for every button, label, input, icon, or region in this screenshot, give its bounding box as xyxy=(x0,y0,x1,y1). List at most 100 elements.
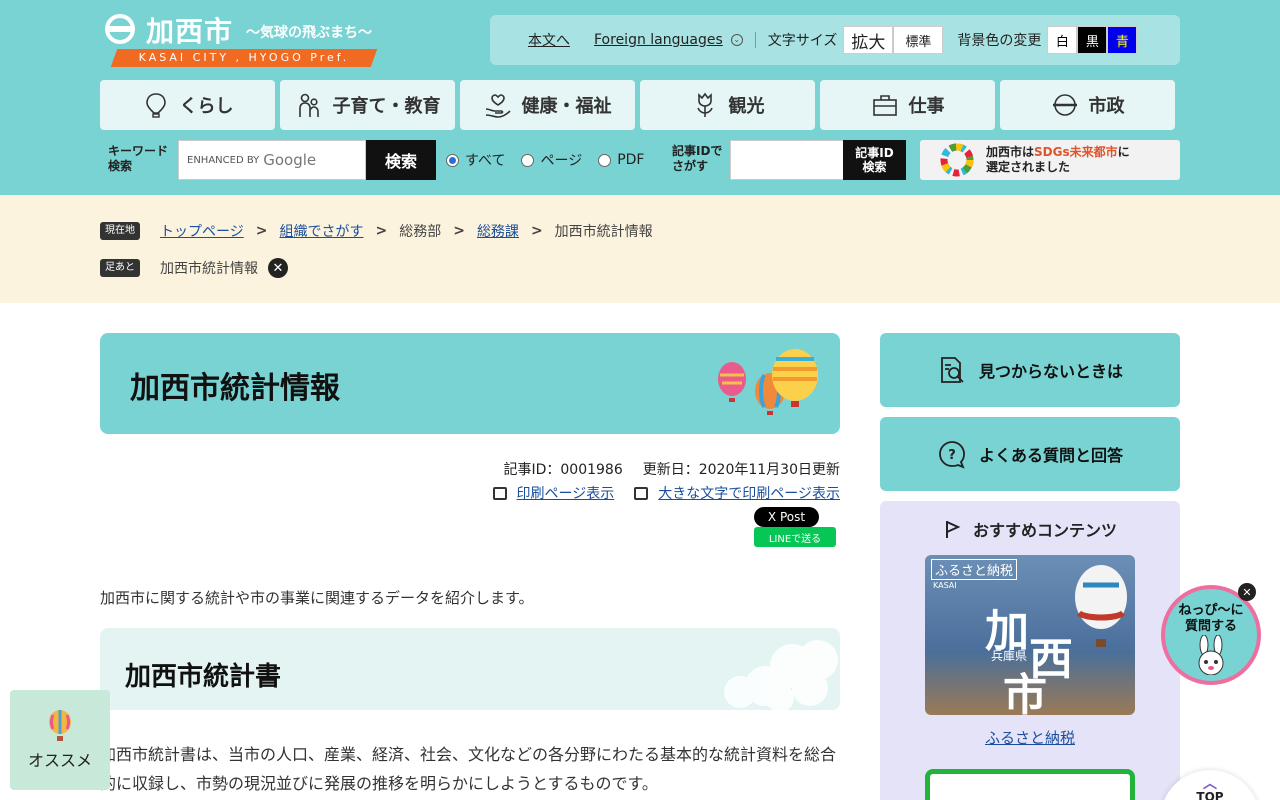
search-document-icon xyxy=(941,357,964,383)
print-large-link[interactable]: 大きな文字で印刷ページ表示 xyxy=(658,483,840,503)
radio-page-label: ページ xyxy=(540,153,583,169)
keyword-label-line1: キーワード xyxy=(108,144,169,158)
chatbot-line1: ねっぴ～に xyxy=(1178,603,1244,618)
nav-kurashi[interactable]: くらし xyxy=(100,80,275,130)
id-label-line2: さがす xyxy=(672,159,709,173)
print-page-link[interactable]: 印刷ページ表示 xyxy=(517,483,615,503)
radio-pdf-indicator[interactable] xyxy=(598,153,612,167)
utility-bar: 本文へ Foreign languages ⌄ 文字サイズ 拡大 標準 背景色の… xyxy=(490,15,1180,65)
skip-to-content-link[interactable]: 本文へ xyxy=(528,30,570,50)
site-logo[interactable]: 加西市 ～気球の飛ぶまち～ KASAI CITY , HYOGO Pref. xyxy=(100,12,380,68)
furusato-banner-image[interactable]: ふるさと納税 KASAI 加 西 兵庫県 市 xyxy=(925,555,1135,715)
faq-label: よくある質問と回答 xyxy=(978,446,1123,465)
sdgs-highlight: SDGs未来都市 xyxy=(1034,145,1118,159)
line-send-button[interactable]: LINEで送る xyxy=(754,527,836,547)
global-nav: くらし 子育て・教育 健康・福祉 観光 仕事 市政 xyxy=(100,80,1175,130)
logo-band-text: KASAI CITY , HYOGO Pref. xyxy=(138,51,350,64)
keyword-label-line2: 検索 xyxy=(108,159,133,173)
foreign-languages-link[interactable]: Foreign languages xyxy=(594,32,723,48)
keyword-search-button[interactable]: 検索 xyxy=(366,140,436,180)
radio-all-indicator[interactable] xyxy=(446,153,459,167)
sdgs-line1-c: に xyxy=(1117,145,1130,159)
history-trail: 足あと 加西市統計情報 ✕ xyxy=(100,258,288,278)
bg-white-button[interactable]: 白 xyxy=(1047,26,1078,54)
logo-subtitle: ～気球の飛ぶまち～ xyxy=(246,25,372,41)
nav-kenko[interactable]: 健康・福祉 xyxy=(460,80,635,130)
updated-date: 更新日：2020年11月30日更新 xyxy=(642,462,840,478)
google-logo-text: Google xyxy=(263,151,317,169)
breadcrumb-separator: > xyxy=(375,223,388,239)
article-id-input[interactable] xyxy=(730,140,844,180)
nav-shisei[interactable]: 市政 xyxy=(1000,80,1175,130)
print-links: 印刷ページ表示 大きな文字で印刷ページ表示 xyxy=(340,481,840,505)
font-size-standard-button[interactable]: 標準 xyxy=(893,26,944,54)
intro-text: 加西市に関する統計や市の事業に関連するデータを紹介します。 xyxy=(100,589,534,607)
font-size-large-button[interactable]: 拡大 xyxy=(843,26,894,54)
osusume-label: オススメ xyxy=(27,751,92,770)
chevron-down-icon: ⌄ xyxy=(730,34,743,46)
article-id-search-button[interactable]: 記事ID 検索 xyxy=(843,140,906,180)
radio-pdf-label: PDF xyxy=(617,152,645,168)
nav-kanko[interactable]: 観光 xyxy=(640,80,815,130)
close-icon[interactable]: ✕ xyxy=(268,258,288,278)
sdgs-line2: 選定されました xyxy=(986,160,1071,174)
nav-label: 観光 xyxy=(728,96,765,117)
svg-text:?: ? xyxy=(948,448,956,463)
not-found-button[interactable]: 見つからないときは xyxy=(880,333,1180,407)
chatbot-line2: 質問する xyxy=(1184,619,1237,634)
id-label-line1: 記事IDで xyxy=(672,144,723,158)
printer-icon xyxy=(492,486,507,500)
radio-all-label: すべて xyxy=(465,153,506,169)
osusume-floating-button[interactable]: オススメ xyxy=(10,690,110,790)
enhanced-by-text: ENHANCED BY xyxy=(187,154,260,166)
question-bubble-icon: ? xyxy=(939,441,965,469)
nav-label: 市政 xyxy=(1088,96,1125,117)
recommended-content-panel: おすすめコンテンツ ふるさと納税 KASAI 加 西 兵庫県 市 ふるさと納税 xyxy=(880,501,1180,800)
nav-shigoto[interactable]: 仕事 xyxy=(820,80,995,130)
bg-blue-button[interactable]: 青 xyxy=(1107,26,1138,54)
search-scope-radios: すべて ページ PDF xyxy=(446,150,644,170)
furusato-link[interactable]: ふるさと納税 xyxy=(880,727,1180,748)
nav-label: 健康・福祉 xyxy=(521,96,612,117)
flag-icon xyxy=(945,521,961,538)
recommended-banner-2[interactable] xyxy=(925,769,1135,800)
faq-button[interactable]: ? よくある質問と回答 xyxy=(880,417,1180,491)
current-location-tag: 現在地 xyxy=(100,222,140,240)
font-size-label: 文字サイズ xyxy=(767,33,838,49)
logo-title: 加西市 xyxy=(146,15,234,48)
family-icon xyxy=(298,93,319,117)
section-title: 加西市統計書 xyxy=(125,662,282,692)
article-meta: 記事ID：0001986 更新日：2020年11月30日更新 印刷ページ表示 大… xyxy=(340,457,840,505)
foreign-languages-toggle[interactable]: Foreign languages ⌄ xyxy=(594,32,743,48)
tulip-icon xyxy=(696,92,713,117)
breadcrumb-top[interactable]: トップページ xyxy=(160,221,244,241)
bg-black-button[interactable]: 黒 xyxy=(1077,26,1108,54)
x-post-button[interactable]: X Post xyxy=(754,507,819,527)
nav-kosodate[interactable]: 子育て・教育 xyxy=(280,80,455,130)
meta-line: 記事ID：0001986 更新日：2020年11月30日更新 xyxy=(340,457,840,481)
print-page-item[interactable]: 印刷ページ表示 xyxy=(492,483,615,503)
article-id: 記事ID：0001986 xyxy=(503,462,623,478)
briefcase-icon xyxy=(872,95,897,116)
breadcrumb-soumuka[interactable]: 総務課 xyxy=(477,221,519,241)
keyword-search-input[interactable]: ENHANCED BY Google xyxy=(178,140,366,180)
breadcrumb-separator: > xyxy=(453,223,465,239)
history-item[interactable]: 加西市統計情報 xyxy=(160,258,258,278)
logo-band: KASAI CITY , HYOGO Pref. xyxy=(110,49,378,67)
background-color-label: 背景色の変更 xyxy=(957,33,1042,49)
back-to-top-label: TOP xyxy=(1196,790,1224,800)
sdgs-banner[interactable]: 加西市はSDGs未来都市に 選定されました xyxy=(920,140,1180,180)
radio-page-indicator[interactable] xyxy=(521,153,535,167)
radio-all[interactable]: すべて xyxy=(446,150,505,170)
radio-pdf[interactable]: PDF xyxy=(598,152,644,168)
chatbot-close-icon[interactable]: ✕ xyxy=(1238,583,1256,601)
print-large-item[interactable]: 大きな文字で印刷ページ表示 xyxy=(634,483,840,503)
id-button-line2: 検索 xyxy=(862,160,887,174)
sdgs-line1-a: 加西市は xyxy=(986,145,1035,159)
city-mark-icon xyxy=(1052,94,1077,116)
radio-page[interactable]: ページ xyxy=(521,150,582,170)
furusato-banner-kasai: KASAI xyxy=(933,581,957,590)
breadcrumb-organization[interactable]: 組織でさがす xyxy=(279,221,363,241)
page-title-box: 加西市統計情報 xyxy=(100,333,840,434)
furusato-banner-char3: 市 xyxy=(1003,670,1047,715)
